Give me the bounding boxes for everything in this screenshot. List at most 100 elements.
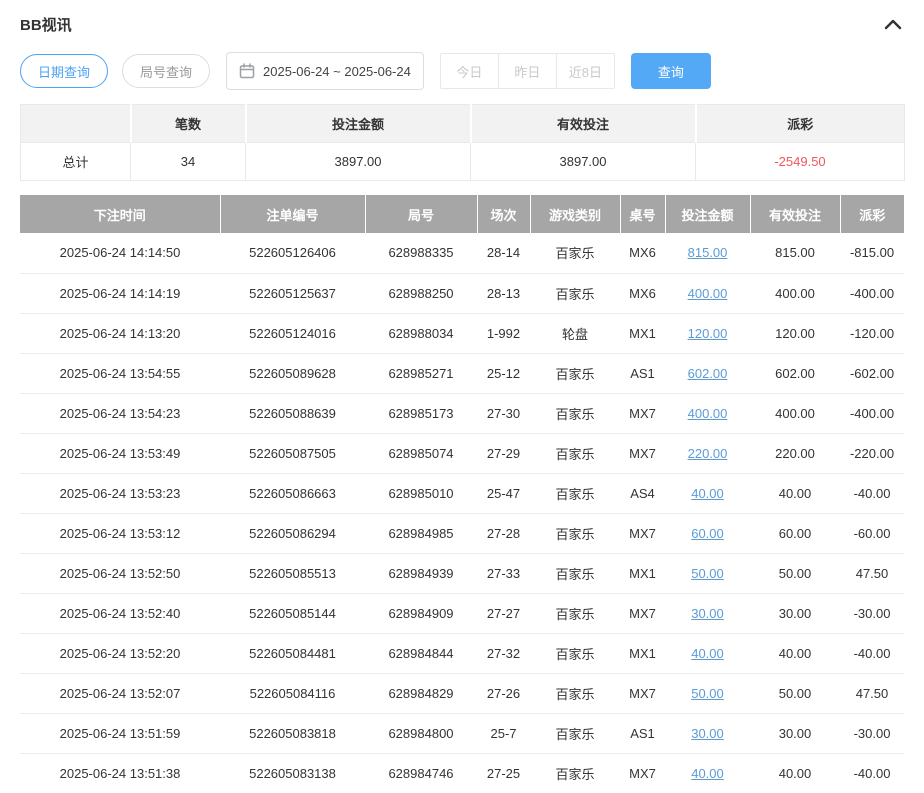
bet-amount-link[interactable]: 30.00 bbox=[691, 726, 724, 741]
col-game-type: 游戏类别 bbox=[530, 195, 620, 233]
valid-bet-cell: 30.00 bbox=[750, 593, 840, 633]
valid-bet-cell: 30.00 bbox=[750, 713, 840, 753]
game-type-cell: 百家乐 bbox=[530, 513, 620, 553]
game-type-cell: 百家乐 bbox=[530, 633, 620, 673]
bet-time-cell: 2025-06-24 13:54:55 bbox=[20, 353, 220, 393]
last-8-days-button[interactable]: 近8日 bbox=[556, 53, 615, 89]
payout-cell: -60.00 bbox=[840, 513, 904, 553]
bet-time-cell: 2025-06-24 13:52:50 bbox=[20, 553, 220, 593]
calendar-icon bbox=[239, 63, 255, 79]
session-cell: 27-32 bbox=[477, 633, 530, 673]
bet-time-cell: 2025-06-24 14:14:50 bbox=[20, 233, 220, 273]
bet-amount-link[interactable]: 400.00 bbox=[688, 286, 728, 301]
bet-amount-cell: 30.00 bbox=[665, 593, 750, 633]
col-payout: 派彩 bbox=[840, 195, 904, 233]
table-no-cell: AS1 bbox=[620, 713, 665, 753]
bet-amount-link[interactable]: 120.00 bbox=[688, 326, 728, 341]
table-row: 2025-06-24 13:53:12522605086294628984985… bbox=[20, 513, 904, 553]
session-cell: 27-33 bbox=[477, 553, 530, 593]
round-no-cell: 628988335 bbox=[365, 233, 477, 273]
col-bet-time: 下注时间 bbox=[20, 195, 220, 233]
game-type-cell: 百家乐 bbox=[530, 753, 620, 793]
table-no-cell: MX6 bbox=[620, 273, 665, 313]
valid-bet-cell: 120.00 bbox=[750, 313, 840, 353]
bet-amount-link[interactable]: 40.00 bbox=[691, 766, 724, 781]
bet-no-cell: 522605086294 bbox=[220, 513, 365, 553]
search-button[interactable]: 查询 bbox=[631, 53, 711, 89]
today-button[interactable]: 今日 bbox=[440, 53, 499, 89]
col-table-no: 桌号 bbox=[620, 195, 665, 233]
table-no-cell: MX7 bbox=[620, 593, 665, 633]
summary-header-valid-bet: 有效投注 bbox=[471, 105, 696, 143]
summary-payout: -2549.50 bbox=[696, 143, 905, 181]
valid-bet-cell: 50.00 bbox=[750, 673, 840, 713]
session-cell: 1-992 bbox=[477, 313, 530, 353]
bet-amount-link[interactable]: 40.00 bbox=[691, 486, 724, 501]
bet-table: 下注时间 注单编号 局号 场次 游戏类别 桌号 投注金额 有效投注 派彩 202… bbox=[20, 195, 904, 793]
bet-no-cell: 522605125637 bbox=[220, 273, 365, 313]
payout-cell: -400.00 bbox=[840, 393, 904, 433]
bet-amount-cell: 40.00 bbox=[665, 473, 750, 513]
summary-total-row: 总计 34 3897.00 3897.00 -2549.50 bbox=[21, 143, 905, 181]
table-row: 2025-06-24 13:52:20522605084481628984844… bbox=[20, 633, 904, 673]
payout-cell: -400.00 bbox=[840, 273, 904, 313]
table-no-cell: MX1 bbox=[620, 633, 665, 673]
round-no-cell: 628988250 bbox=[365, 273, 477, 313]
table-row: 2025-06-24 14:14:50522605126406628988335… bbox=[20, 233, 904, 273]
round-no-cell: 628984909 bbox=[365, 593, 477, 633]
table-no-cell: MX1 bbox=[620, 313, 665, 353]
payout-cell: -40.00 bbox=[840, 753, 904, 793]
round-no-cell: 628984844 bbox=[365, 633, 477, 673]
col-bet-no: 注单编号 bbox=[220, 195, 365, 233]
round-query-tab[interactable]: 局号查询 bbox=[122, 54, 210, 88]
bet-amount-cell: 220.00 bbox=[665, 433, 750, 473]
table-no-cell: MX7 bbox=[620, 513, 665, 553]
session-cell: 28-14 bbox=[477, 233, 530, 273]
payout-cell: -815.00 bbox=[840, 233, 904, 273]
round-no-cell: 628985271 bbox=[365, 353, 477, 393]
bet-amount-cell: 400.00 bbox=[665, 393, 750, 433]
session-cell: 27-28 bbox=[477, 513, 530, 553]
page: BB视讯 日期查询 局号查询 2025-06-24 ~ 2025-06-24 今… bbox=[0, 0, 924, 793]
bet-amount-cell: 50.00 bbox=[665, 673, 750, 713]
bet-amount-link[interactable]: 40.00 bbox=[691, 646, 724, 661]
collapse-button[interactable] bbox=[882, 16, 904, 32]
date-query-tab[interactable]: 日期查询 bbox=[20, 54, 108, 88]
session-cell: 28-13 bbox=[477, 273, 530, 313]
bet-amount-link[interactable]: 60.00 bbox=[691, 526, 724, 541]
bet-no-cell: 522605084481 bbox=[220, 633, 365, 673]
bet-time-cell: 2025-06-24 13:51:59 bbox=[20, 713, 220, 753]
summary-header-count: 笔数 bbox=[131, 105, 246, 143]
table-no-cell: MX7 bbox=[620, 393, 665, 433]
table-row: 2025-06-24 13:52:40522605085144628984909… bbox=[20, 593, 904, 633]
game-type-cell: 百家乐 bbox=[530, 433, 620, 473]
col-bet-amount: 投注金额 bbox=[665, 195, 750, 233]
table-no-cell: MX7 bbox=[620, 673, 665, 713]
game-type-cell: 百家乐 bbox=[530, 393, 620, 433]
table-row: 2025-06-24 13:52:07522605084116628984829… bbox=[20, 673, 904, 713]
yesterday-button[interactable]: 昨日 bbox=[498, 53, 557, 89]
summary-count: 34 bbox=[131, 143, 246, 181]
table-row: 2025-06-24 13:54:55522605089628628985271… bbox=[20, 353, 904, 393]
bet-amount-link[interactable]: 30.00 bbox=[691, 606, 724, 621]
round-no-cell: 628984746 bbox=[365, 753, 477, 793]
bet-time-cell: 2025-06-24 13:52:20 bbox=[20, 633, 220, 673]
valid-bet-cell: 400.00 bbox=[750, 273, 840, 313]
chevron-up-icon bbox=[884, 18, 902, 30]
table-no-cell: AS4 bbox=[620, 473, 665, 513]
date-range-input[interactable]: 2025-06-24 ~ 2025-06-24 bbox=[226, 52, 424, 90]
bet-amount-link[interactable]: 602.00 bbox=[688, 366, 728, 381]
bet-amount-link[interactable]: 220.00 bbox=[688, 446, 728, 461]
payout-cell: -30.00 bbox=[840, 593, 904, 633]
col-valid-bet: 有效投注 bbox=[750, 195, 840, 233]
table-row: 2025-06-24 13:53:23522605086663628985010… bbox=[20, 473, 904, 513]
bet-amount-link[interactable]: 400.00 bbox=[688, 406, 728, 421]
bet-amount-link[interactable]: 50.00 bbox=[691, 686, 724, 701]
bet-amount-link[interactable]: 50.00 bbox=[691, 566, 724, 581]
bet-amount-link[interactable]: 815.00 bbox=[688, 245, 728, 260]
game-type-cell: 百家乐 bbox=[530, 353, 620, 393]
table-no-cell: MX1 bbox=[620, 553, 665, 593]
round-no-cell: 628985074 bbox=[365, 433, 477, 473]
bet-no-cell: 522605083138 bbox=[220, 753, 365, 793]
valid-bet-cell: 40.00 bbox=[750, 473, 840, 513]
